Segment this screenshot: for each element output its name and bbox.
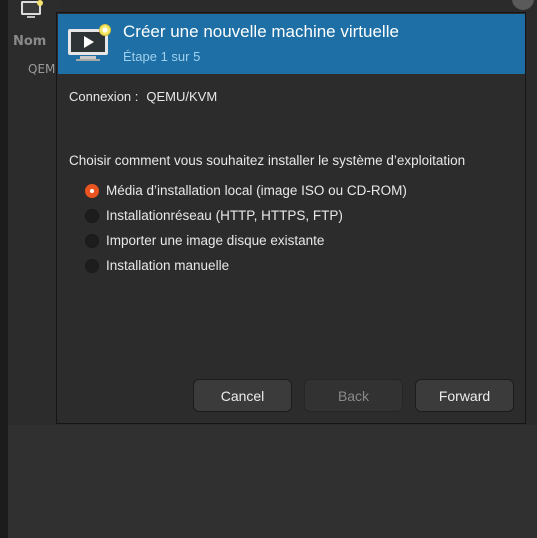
option-local-media[interactable]: Média d’installation local (image ISO ou… [85, 178, 407, 203]
cancel-button[interactable]: Cancel [193, 379, 292, 412]
back-button[interactable]: Back [304, 379, 403, 412]
radio-button[interactable] [85, 258, 99, 273]
radio-button[interactable] [85, 208, 99, 223]
install-method-options: Média d’installation local (image ISO ou… [85, 178, 407, 278]
step-indicator: Étape 1 sur 5 [123, 49, 201, 64]
vm-list-empty-area [8, 425, 537, 538]
option-label: Installationréseau (HTTP, HTTPS, FTP) [106, 208, 343, 223]
install-method-question: Choisir comment vous souhaitez installer… [69, 153, 466, 168]
radio-button-selected[interactable] [85, 183, 99, 198]
option-manual-install[interactable]: Installation manuelle [85, 253, 407, 278]
connection-value: QEMU/KVM [146, 89, 218, 104]
option-network-install[interactable]: Installationréseau (HTTP, HTTPS, FTP) [85, 203, 407, 228]
column-header-name[interactable]: Nom [13, 34, 46, 49]
forward-button[interactable]: Forward [415, 379, 514, 412]
connection-info: Connexion : QEMU/KVM [69, 89, 217, 104]
app-monitor-icon[interactable] [20, 0, 44, 20]
radio-button[interactable] [85, 233, 99, 248]
new-vm-dialog: Créer une nouvelle machine virtuelle Éta… [56, 12, 526, 424]
desktop-edge [0, 0, 8, 538]
connection-label: Connexion : [69, 89, 139, 104]
option-import-disk-image[interactable]: Importer une image disque existante [85, 228, 407, 253]
vm-list-row[interactable]: QEM [28, 62, 55, 76]
option-label: Installation manuelle [106, 258, 230, 273]
dialog-header-banner: Créer une nouvelle machine virtuelle Éta… [58, 14, 525, 74]
dialog-title: Créer une nouvelle machine virtuelle [123, 22, 399, 41]
new-vm-monitor-icon [68, 24, 111, 61]
option-label: Importer une image disque existante [106, 233, 325, 248]
option-label: Média d’installation local (image ISO ou… [106, 183, 407, 198]
